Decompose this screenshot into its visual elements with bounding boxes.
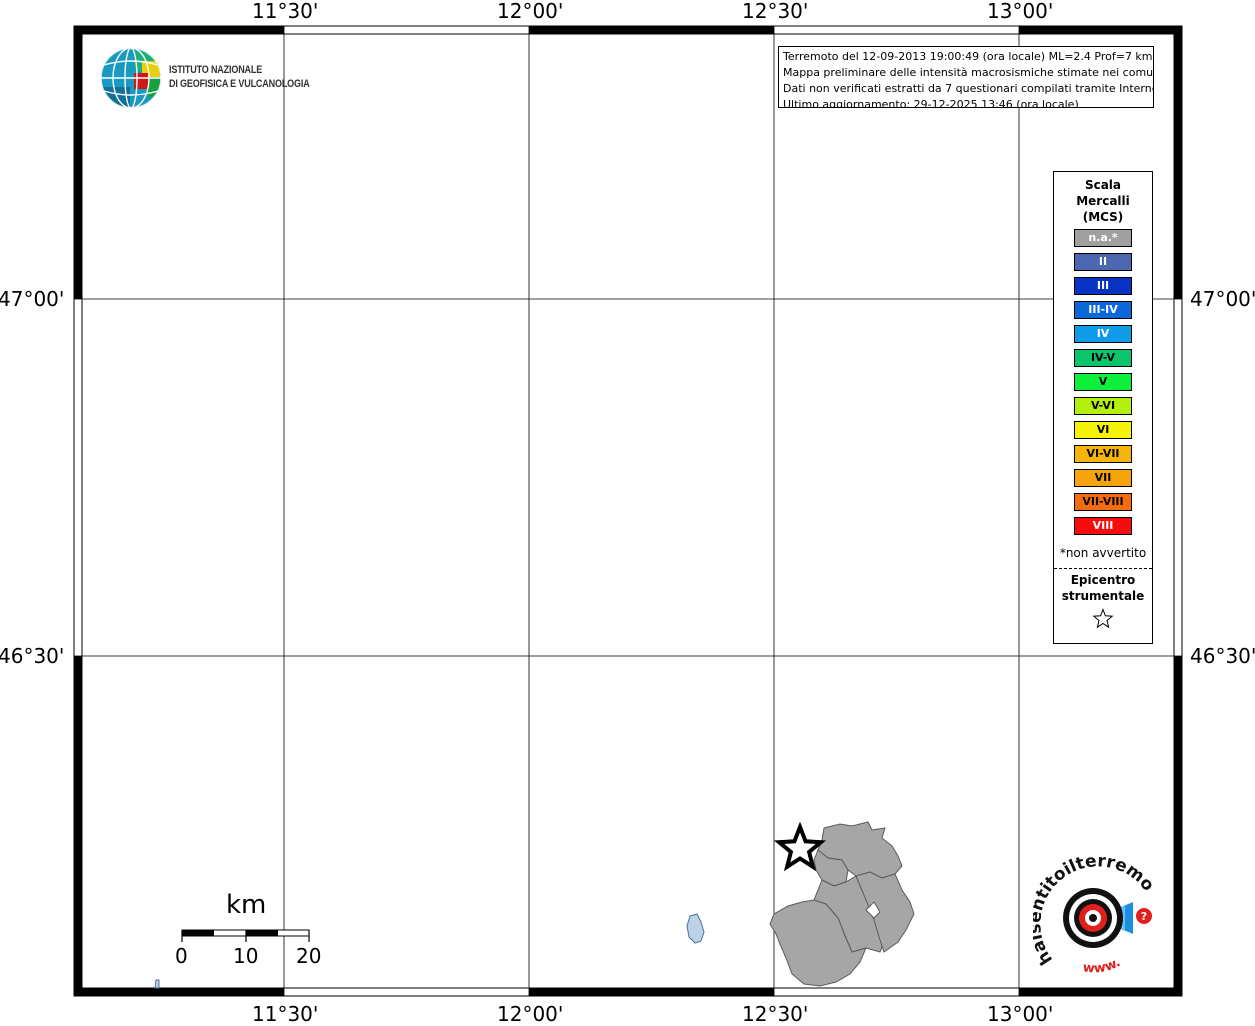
legend-epicenter-line1: Epicentro: [1070, 573, 1136, 587]
tick-top-4: 13°00': [987, 0, 1054, 23]
legend-title: Scala Mercalli (MCS): [1054, 177, 1152, 225]
event-info-line1: Terremoto del 12-09-2013 19:00:49 (ora l…: [783, 50, 1153, 63]
legend-note: *non avvertito: [1059, 546, 1147, 560]
hst-logo-mark: ? haisentitoilterremoto.it www.: [1025, 835, 1158, 977]
legend-title-line3: (MCS): [1082, 210, 1124, 224]
legend-item: II: [1074, 253, 1132, 271]
mcs-legend: Scala Mercalli (MCS) n.a.* II III III-IV IV I…: [1053, 171, 1153, 644]
legend-title-line2: Mercalli: [1076, 194, 1130, 208]
event-info-line2: Mappa preliminare delle intensità macros…: [783, 66, 1154, 79]
ingv-logo: ISTITUTO NAZIONALE DI GEOFISICA E VULCAN…: [100, 47, 320, 111]
scalebar-unit: km: [226, 890, 267, 920]
map-frame-outer: [73, 25, 1183, 997]
scale-bar: [181, 929, 310, 942]
map-border-segments: [74, 26, 1182, 996]
tick-left-2: 46°30': [0, 644, 65, 668]
ingv-globe-icon: [101, 48, 161, 108]
lake-small: [154, 979, 160, 989]
event-info-line4: Ultimo aggiornamento: 29-12-2025 13:46 (…: [783, 98, 1079, 108]
legend-item: IV-V: [1074, 349, 1132, 367]
legend-item: VII-VIII: [1074, 493, 1132, 511]
graticule: [74, 26, 1182, 996]
hst-www-text: www.: [1082, 955, 1123, 977]
tick-bottom-3: 12°30': [742, 1002, 809, 1026]
legend-item: V-VI: [1074, 397, 1132, 415]
tick-right-1: 47°00': [1190, 287, 1255, 311]
lake: [686, 913, 705, 944]
ingv-name: ISTITUTO NAZIONALE DI GEOFISICA E VULCAN…: [169, 63, 310, 91]
legend-item: n.a.*: [1074, 229, 1132, 247]
scalebar-label-0: 0: [175, 944, 188, 968]
star-icon: [1092, 608, 1114, 629]
map-frame-inner: [81, 33, 1175, 989]
tick-top-2: 12°00': [497, 0, 564, 23]
legend-item: IV: [1074, 325, 1132, 343]
legend-item: VI-VII: [1074, 445, 1132, 463]
haisentitoilterremoto-logo: ? haisentitoilterremoto.it www.: [1025, 835, 1163, 980]
tick-top-3: 12°30': [742, 0, 809, 23]
tick-bottom-4: 13°00': [987, 1002, 1054, 1026]
legend-epicenter-line2: strumentale: [1061, 589, 1145, 603]
legend-item: V: [1074, 373, 1132, 391]
legend-item: VIII: [1074, 517, 1132, 535]
legend-separator: [1054, 568, 1152, 569]
ingv-name-line1: ISTITUTO NAZIONALE: [169, 64, 263, 76]
legend-item: VI: [1074, 421, 1132, 439]
legend-item: III: [1074, 277, 1132, 295]
legend-item: VII: [1074, 469, 1132, 487]
tick-left-1: 47°00': [0, 287, 65, 311]
tick-top-1: 11°30': [252, 0, 319, 23]
legend-item: III-IV: [1074, 301, 1132, 319]
tick-bottom-1: 11°30': [252, 1002, 319, 1026]
tick-right-2: 46°30': [1190, 644, 1255, 668]
event-info-line3: Dati non verificati estratti da 7 questi…: [783, 82, 1154, 95]
tick-bottom-2: 12°00': [497, 1002, 564, 1026]
event-info-box: Terremoto del 12-09-2013 19:00:49 (ora l…: [778, 46, 1154, 108]
scalebar-label-20: 20: [296, 944, 322, 968]
scalebar-label-10: 10: [233, 944, 259, 968]
legend-items: n.a.* II III III-IV IV IV-V V V-VI VI VI-VII VII VI…: [1074, 229, 1132, 541]
legend-title-line1: Scala: [1084, 178, 1122, 192]
legend-epicenter: Epicentro strumentale: [1054, 572, 1152, 634]
svg-text:?: ?: [1141, 910, 1147, 923]
ingv-name-line2: DI GEOFISICA E VULCANOLOGIA: [169, 78, 310, 90]
